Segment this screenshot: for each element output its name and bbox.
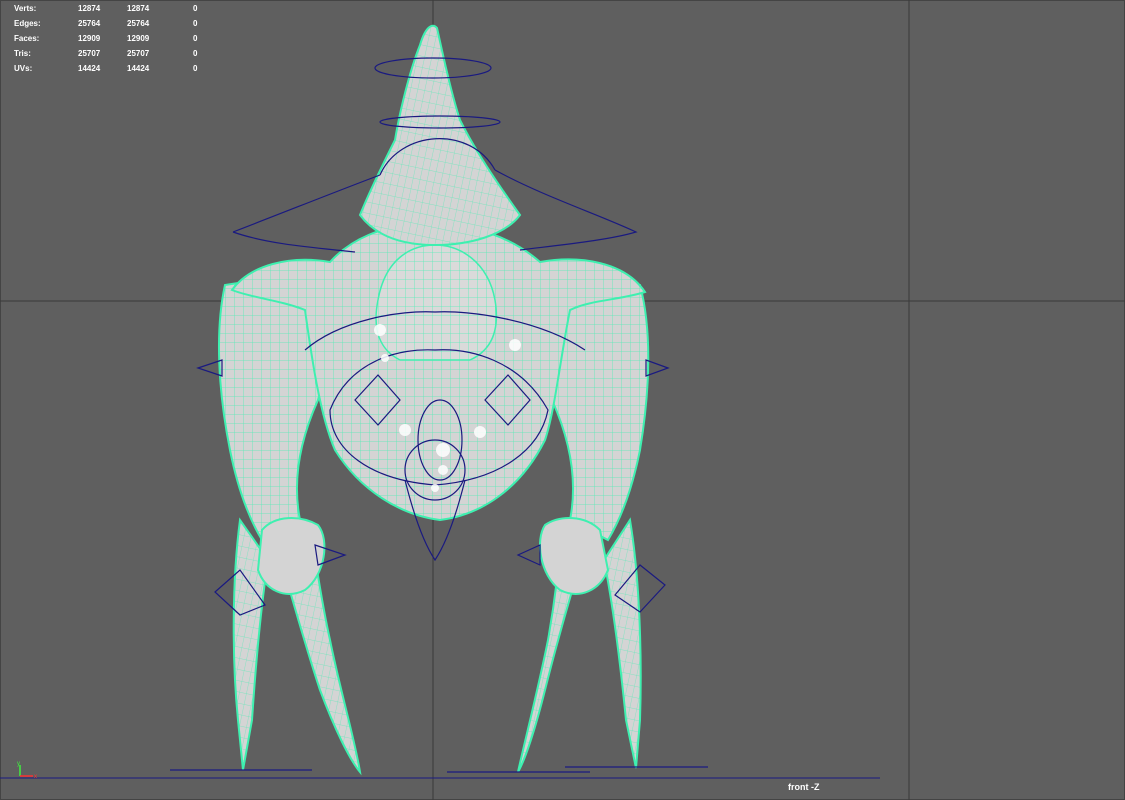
- hud-value: 14424: [127, 64, 150, 73]
- hud-value: 0: [193, 64, 198, 73]
- hud-value: 12874: [127, 4, 150, 13]
- viewport-front[interactable]: Verts: 12874 12874 0 Edges: 25764 25764 …: [0, 0, 1125, 800]
- hud-value: 0: [193, 4, 198, 13]
- hud-value: 25764: [78, 19, 101, 28]
- hud-row-faces: Faces: 12909 12909 0: [14, 31, 214, 46]
- scene-canvas[interactable]: [0, 0, 1125, 800]
- camera-name-label: front -Z: [788, 782, 820, 792]
- creature-mesh: [218, 24, 650, 776]
- hud-row-verts: Verts: 12874 12874 0: [14, 1, 214, 16]
- hud-value: 12909: [127, 34, 150, 43]
- hud-value: 12874: [78, 4, 101, 13]
- hud-row-tris: Tris: 25707 25707 0: [14, 46, 214, 61]
- hud-value: 0: [193, 34, 198, 43]
- hud-value: 25707: [127, 49, 150, 58]
- hud-value: 12909: [78, 34, 101, 43]
- hud-value: 25764: [127, 19, 150, 28]
- hud-label: Verts:: [14, 4, 37, 13]
- hud-value: 14424: [78, 64, 101, 73]
- control-curve-right-knee: [516, 544, 541, 566]
- axis-x-label: x: [34, 774, 37, 780]
- hud-row-edges: Edges: 25764 25764 0: [14, 16, 214, 31]
- mesh-right-knee: [539, 517, 610, 595]
- hud-label: Edges:: [14, 19, 41, 28]
- hud-label: Tris:: [14, 49, 31, 58]
- hud-value: 0: [193, 19, 198, 28]
- poly-count-hud: Verts: 12874 12874 0 Edges: 25764 25764 …: [14, 1, 214, 76]
- axis-gizmo-icon: y x: [17, 761, 37, 780]
- hud-row-uvs: UVs: 14424 14424 0: [14, 61, 214, 76]
- hud-label: Faces:: [14, 34, 40, 43]
- axis-y-label: y: [17, 761, 20, 767]
- hud-label: UVs:: [14, 64, 33, 73]
- hud-value: 25707: [78, 49, 101, 58]
- hud-value: 0: [193, 49, 198, 58]
